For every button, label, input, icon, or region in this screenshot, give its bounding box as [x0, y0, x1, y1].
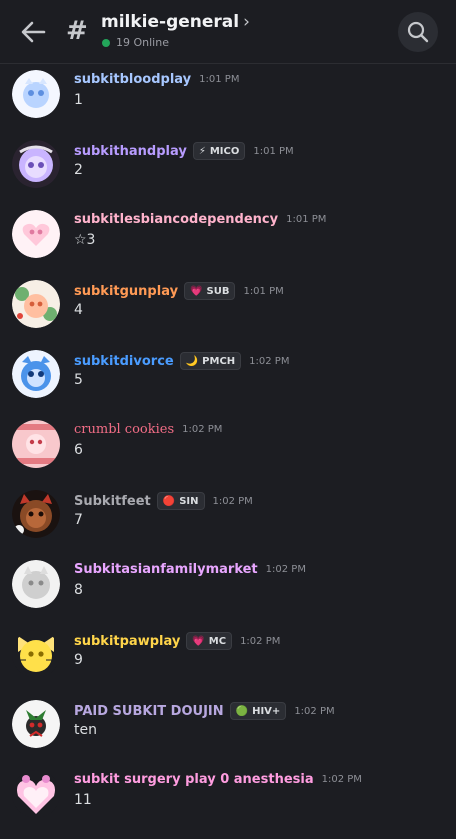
avatar[interactable] [12, 350, 60, 398]
role-tag[interactable]: 🔴 SIN [156, 492, 205, 510]
timestamp: 1:01 PM [243, 285, 284, 297]
username[interactable]: subkitgunplay [74, 284, 178, 299]
timestamp: 1:02 PM [240, 635, 281, 647]
role-tag-icon: 🔴 [162, 495, 176, 507]
message-item[interactable]: Subkitasianfamilymarket 1:02 PM 8 [0, 554, 456, 624]
username[interactable]: subkitdivorce [74, 354, 174, 369]
avatar[interactable] [12, 770, 60, 818]
message-item[interactable]: subkitlesbiancodependency 1:01 PM ☆3 [0, 204, 456, 274]
message-text: 4 [74, 302, 83, 318]
message-header: subkitbloodplay 1:01 PM [74, 72, 239, 87]
timestamp: 1:02 PM [182, 424, 223, 435]
username[interactable]: PAID SUBKIT DOUJIN [74, 704, 224, 719]
avatar[interactable] [12, 70, 60, 118]
username[interactable]: crumbl cookies [74, 422, 174, 437]
message-text: 5 [74, 372, 83, 388]
role-tag[interactable]: ⚡ MICO [192, 142, 246, 160]
message-header: subkit surgery play 0 anesthesia 1:02 PM [74, 772, 362, 787]
message-header: Subkitasianfamilymarket 1:02 PM [74, 562, 306, 577]
avatar[interactable] [12, 700, 60, 748]
message-item[interactable]: subkithandplay ⚡ MICO 1:01 PM 2 [0, 134, 456, 204]
role-tag[interactable]: 💗 MC [186, 632, 233, 650]
timestamp: 1:02 PM [265, 564, 306, 575]
avatar[interactable] [12, 140, 60, 188]
timestamp: 1:02 PM [294, 705, 335, 717]
message-item[interactable]: subkitdivorce 🌙 PMCH 1:02 PM 5 [0, 344, 456, 414]
message-item[interactable]: Subkitfeet 🔴 SIN 1:02 PM 7 [0, 484, 456, 554]
message-text: 11 [74, 792, 92, 808]
message-header: subkitgunplay 💗 SUB 1:01 PM [74, 282, 284, 300]
message-text: ☆3 [74, 232, 96, 248]
channel-hash-icon: # [66, 16, 88, 46]
role-tag[interactable]: 💗 SUB [184, 282, 236, 300]
message-text: 1 [74, 92, 83, 108]
role-tag-label: MICO [209, 145, 240, 157]
role-tag-label: PMCH [202, 355, 236, 367]
chevron-right-icon: › [243, 12, 250, 32]
channel-title[interactable]: milkie-general › [101, 12, 250, 32]
online-dot-icon [102, 38, 110, 47]
message-text: ten [74, 722, 97, 738]
online-count: 19 Online [102, 36, 169, 49]
timestamp: 1:01 PM [199, 74, 240, 85]
timestamp: 1:02 PM [249, 355, 290, 367]
timestamp: 1:02 PM [212, 495, 253, 507]
message-text: 7 [74, 512, 83, 528]
avatar[interactable] [12, 490, 60, 538]
message-header: crumbl cookies 1:02 PM [74, 422, 222, 437]
message-item[interactable]: PAID SUBKIT DOUJIN 🟢 HIV+ 1:02 PM ten [0, 694, 456, 764]
username[interactable]: subkitpawplay [74, 634, 180, 649]
timestamp: 1:01 PM [286, 214, 327, 225]
message-text: 6 [74, 442, 83, 458]
timestamp: 1:02 PM [321, 774, 362, 785]
username[interactable]: subkithandplay [74, 144, 187, 159]
username[interactable]: Subkitfeet [74, 494, 151, 509]
message-header: subkitdivorce 🌙 PMCH 1:02 PM [74, 352, 289, 370]
role-tag-icon: 💗 [190, 285, 203, 297]
message-header: subkitlesbiancodependency 1:01 PM [74, 212, 326, 227]
message-header: subkitpawplay 💗 MC 1:02 PM [74, 632, 280, 650]
avatar[interactable] [12, 630, 60, 678]
role-tag-icon: ⚡ [198, 145, 206, 157]
avatar[interactable] [12, 560, 60, 608]
role-tag-icon: 💗 [192, 635, 205, 647]
message-item[interactable]: subkitbloodplay 1:01 PM 1 [0, 64, 456, 134]
message-item[interactable]: subkit surgery play 0 anesthesia 1:02 PM 1… [0, 764, 456, 834]
avatar[interactable] [12, 210, 60, 258]
search-button[interactable] [398, 12, 438, 52]
channel-name: milkie-general [101, 12, 240, 32]
search-icon [407, 21, 429, 43]
username[interactable]: Subkitasianfamilymarket [74, 562, 258, 577]
message-header: PAID SUBKIT DOUJIN 🟢 HIV+ 1:02 PM [74, 702, 335, 720]
role-tag-icon: 🟢 [235, 705, 249, 717]
message-item[interactable]: crumbl cookies 1:02 PM 6 [0, 414, 456, 484]
online-label: 19 Online [116, 36, 169, 49]
role-tag[interactable]: 🟢 HIV+ [229, 702, 287, 720]
role-tag-icon: 🌙 [185, 355, 199, 367]
message-text: 8 [74, 582, 83, 598]
avatar[interactable] [12, 420, 60, 468]
message-header: Subkitfeet 🔴 SIN 1:02 PM [74, 492, 253, 510]
role-tag[interactable]: 🌙 PMCH [179, 352, 242, 370]
message-text: 2 [74, 162, 83, 178]
avatar[interactable] [12, 280, 60, 328]
username[interactable]: subkitlesbiancodependency [74, 212, 278, 227]
back-arrow-icon[interactable] [18, 18, 48, 46]
username[interactable]: subkit surgery play 0 anesthesia [74, 772, 314, 787]
channel-header: # milkie-general › 19 Online [0, 0, 456, 64]
message-header: subkithandplay ⚡ MICO 1:01 PM [74, 142, 294, 160]
timestamp: 1:01 PM [253, 145, 294, 157]
role-tag-label: SIN [179, 495, 199, 507]
message-text: 9 [74, 652, 83, 668]
message-item[interactable]: subkitpawplay 💗 MC 1:02 PM 9 [0, 624, 456, 694]
role-tag-label: HIV+ [252, 705, 281, 717]
role-tag-label: MC [208, 635, 227, 647]
message-item[interactable]: subkitgunplay 💗 SUB 1:01 PM 4 [0, 274, 456, 344]
username[interactable]: subkitbloodplay [74, 72, 191, 87]
role-tag-label: SUB [206, 285, 230, 297]
